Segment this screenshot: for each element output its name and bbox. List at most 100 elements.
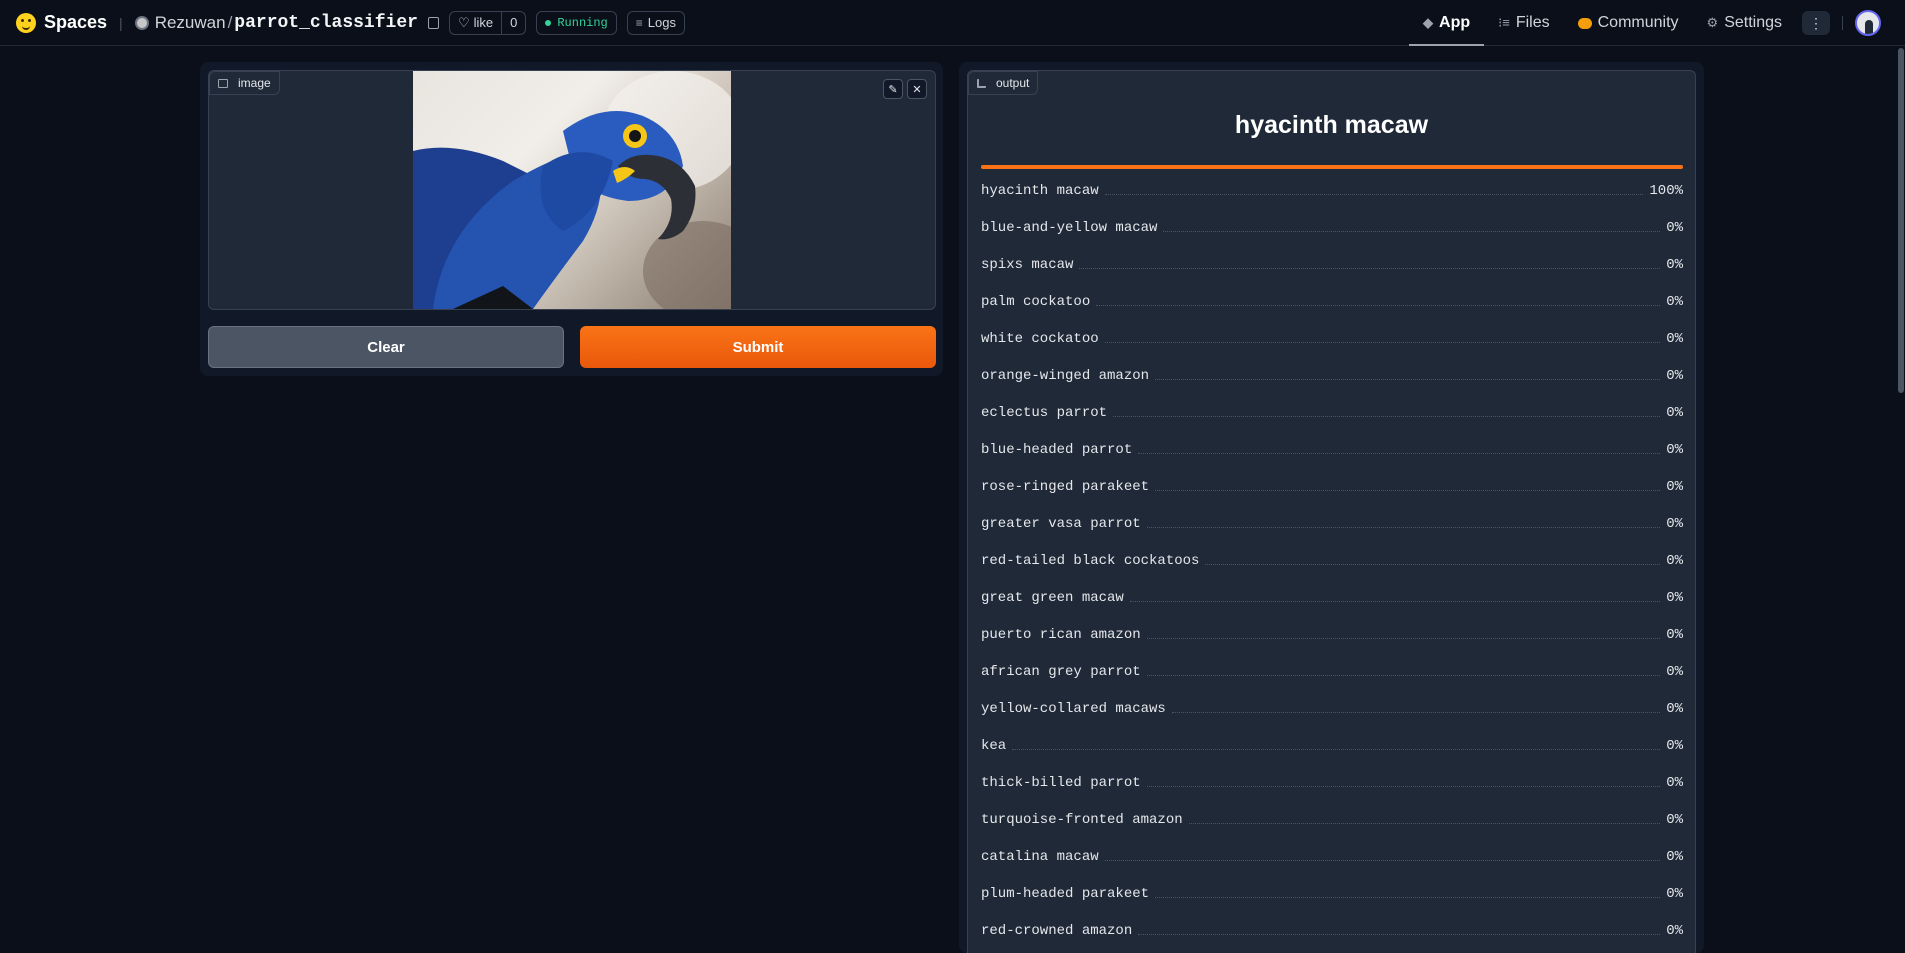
copy-icon[interactable]: [427, 16, 439, 29]
scrollbar-thumb[interactable]: [1898, 48, 1904, 393]
confidence-row[interactable]: hyacinth macaw 100%: [981, 172, 1683, 209]
dotted-leader: [1012, 749, 1661, 750]
submit-button[interactable]: Submit: [580, 326, 936, 368]
class-label: catalina macaw: [981, 848, 1099, 865]
logs-button[interactable]: ≡ Logs: [626, 10, 685, 35]
dotted-leader: [1104, 194, 1644, 195]
class-confidence: 0%: [1666, 404, 1683, 421]
dotted-leader: [1146, 675, 1661, 676]
class-confidence: 0%: [1666, 589, 1683, 606]
user-avatar[interactable]: [1855, 10, 1881, 36]
confidence-bar-fill: [981, 165, 1683, 169]
confidence-row[interactable]: orange-winged amazon 0%: [981, 357, 1683, 394]
dotted-leader: [1146, 527, 1661, 528]
class-label: blue-and-yellow macaw: [981, 219, 1158, 236]
dotted-leader: [1146, 638, 1661, 639]
class-confidence: 0%: [1666, 774, 1683, 791]
files-icon: ⁝≡: [1498, 15, 1510, 30]
image-icon: [218, 78, 228, 88]
class-label: white cockatoo: [981, 330, 1099, 347]
community-icon: [1577, 17, 1592, 29]
top-navbar: Spaces | Rezuwan / parrot_classifier ♡ li…: [0, 0, 1905, 46]
class-label: hyacinth macaw: [981, 182, 1099, 199]
confidence-row[interactable]: plum-headed parakeet 0%: [981, 875, 1683, 912]
input-column: image ✎ ✕ Clear Submit: [200, 62, 943, 376]
class-confidence: 0%: [1666, 367, 1683, 384]
class-confidence: 0%: [1666, 330, 1683, 347]
confidence-row[interactable]: thick-billed parrot 0%: [981, 764, 1683, 801]
like-button[interactable]: ♡ like 0: [448, 10, 527, 35]
image-input-panel[interactable]: image ✎ ✕: [208, 70, 936, 310]
repo-name-link[interactable]: parrot_classifier: [234, 13, 418, 33]
output-block-label: output: [968, 71, 1039, 95]
dotted-leader: [1079, 268, 1661, 269]
confidence-row[interactable]: blue-and-yellow macaw 0%: [981, 209, 1683, 246]
confidence-row[interactable]: red-tailed black cockatoos 0%: [981, 542, 1683, 579]
confidence-row[interactable]: african grey parrot 0%: [981, 653, 1683, 690]
dotted-leader: [1113, 416, 1661, 417]
dotted-leader: [1096, 305, 1661, 306]
class-confidence: 0%: [1666, 885, 1683, 902]
brand-label: Spaces: [44, 12, 108, 32]
tab-community-label: Community: [1597, 14, 1679, 31]
like-count: 0: [501, 11, 525, 34]
confidence-row[interactable]: catalina macaw 0%: [981, 838, 1683, 875]
hugging-face-logo-icon: [16, 12, 36, 33]
gear-icon: ⚙: [1706, 15, 1719, 30]
tab-settings[interactable]: ⚙ Settings: [1693, 0, 1796, 46]
class-label: eclectus parrot: [981, 404, 1108, 421]
space-breadcrumb: Rezuwan / parrot_classifier: [134, 12, 439, 33]
class-label: rose-ringed parakeet: [981, 478, 1150, 495]
edit-image-button[interactable]: ✎: [883, 79, 903, 99]
tab-settings-label: Settings: [1724, 14, 1782, 31]
more-options-button[interactable]: ⋮: [1802, 11, 1830, 35]
owner-link[interactable]: Rezuwan: [155, 13, 226, 33]
class-label: puerto rican amazon: [981, 626, 1141, 643]
confidence-list: hyacinth macaw 100% blue-and-yellow macaw 0…: [981, 172, 1683, 949]
heart-icon: ♡: [457, 14, 470, 30]
class-confidence: 0%: [1666, 626, 1683, 643]
confidence-row[interactable]: puerto rican amazon 0%: [981, 616, 1683, 653]
confidence-row[interactable]: palm cockatoo 0%: [981, 283, 1683, 320]
confidence-row[interactable]: greater vasa parrot 0%: [981, 505, 1683, 542]
close-icon: ✕: [912, 83, 922, 96]
confidence-row[interactable]: eclectus parrot 0%: [981, 394, 1683, 431]
dotted-leader: [1129, 601, 1661, 602]
confidence-row[interactable]: red-crowned amazon 0%: [981, 912, 1683, 949]
class-label: kea: [981, 737, 1007, 754]
confidence-row[interactable]: white cockatoo 0%: [981, 320, 1683, 357]
pencil-icon: ✎: [888, 83, 898, 96]
confidence-row[interactable]: rose-ringed parakeet 0%: [981, 468, 1683, 505]
logs-icon: ≡: [635, 15, 643, 30]
image-label: image: [238, 76, 271, 90]
confidence-row[interactable]: spixs macaw 0%: [981, 246, 1683, 283]
class-label: thick-billed parrot: [981, 774, 1141, 791]
confidence-row[interactable]: great green macaw 0%: [981, 579, 1683, 616]
owner-avatar-icon: [134, 15, 149, 30]
class-label: blue-headed parrot: [981, 441, 1133, 458]
class-confidence: 0%: [1666, 922, 1683, 939]
tab-files[interactable]: ⁝≡ Files: [1484, 0, 1564, 46]
divider: |: [119, 14, 123, 31]
class-confidence: 0%: [1666, 293, 1683, 310]
chart-icon: [977, 78, 986, 88]
confidence-row[interactable]: kea 0%: [981, 727, 1683, 764]
tab-community[interactable]: Community: [1564, 0, 1693, 46]
status-dot-icon: [545, 19, 552, 26]
breadcrumb-separator: /: [227, 12, 233, 32]
status-badge[interactable]: Running: [536, 10, 617, 35]
clear-button[interactable]: Clear: [208, 326, 564, 368]
confidence-row[interactable]: turquoise-fronted amazon 0%: [981, 801, 1683, 838]
tab-app[interactable]: ◆ App: [1409, 0, 1485, 46]
class-label: yellow-collared macaws: [981, 700, 1166, 717]
class-label: turquoise-fronted amazon: [981, 811, 1183, 828]
dotted-leader: [1155, 379, 1661, 380]
clear-image-button[interactable]: ✕: [907, 79, 927, 99]
class-confidence: 0%: [1666, 256, 1683, 273]
page-scrollbar[interactable]: [1897, 46, 1905, 953]
dotted-leader: [1138, 934, 1661, 935]
class-label: plum-headed parakeet: [981, 885, 1150, 902]
confidence-row[interactable]: blue-headed parrot 0%: [981, 431, 1683, 468]
confidence-row[interactable]: yellow-collared macaws 0%: [981, 690, 1683, 727]
spaces-logo-link[interactable]: Spaces: [16, 12, 107, 33]
